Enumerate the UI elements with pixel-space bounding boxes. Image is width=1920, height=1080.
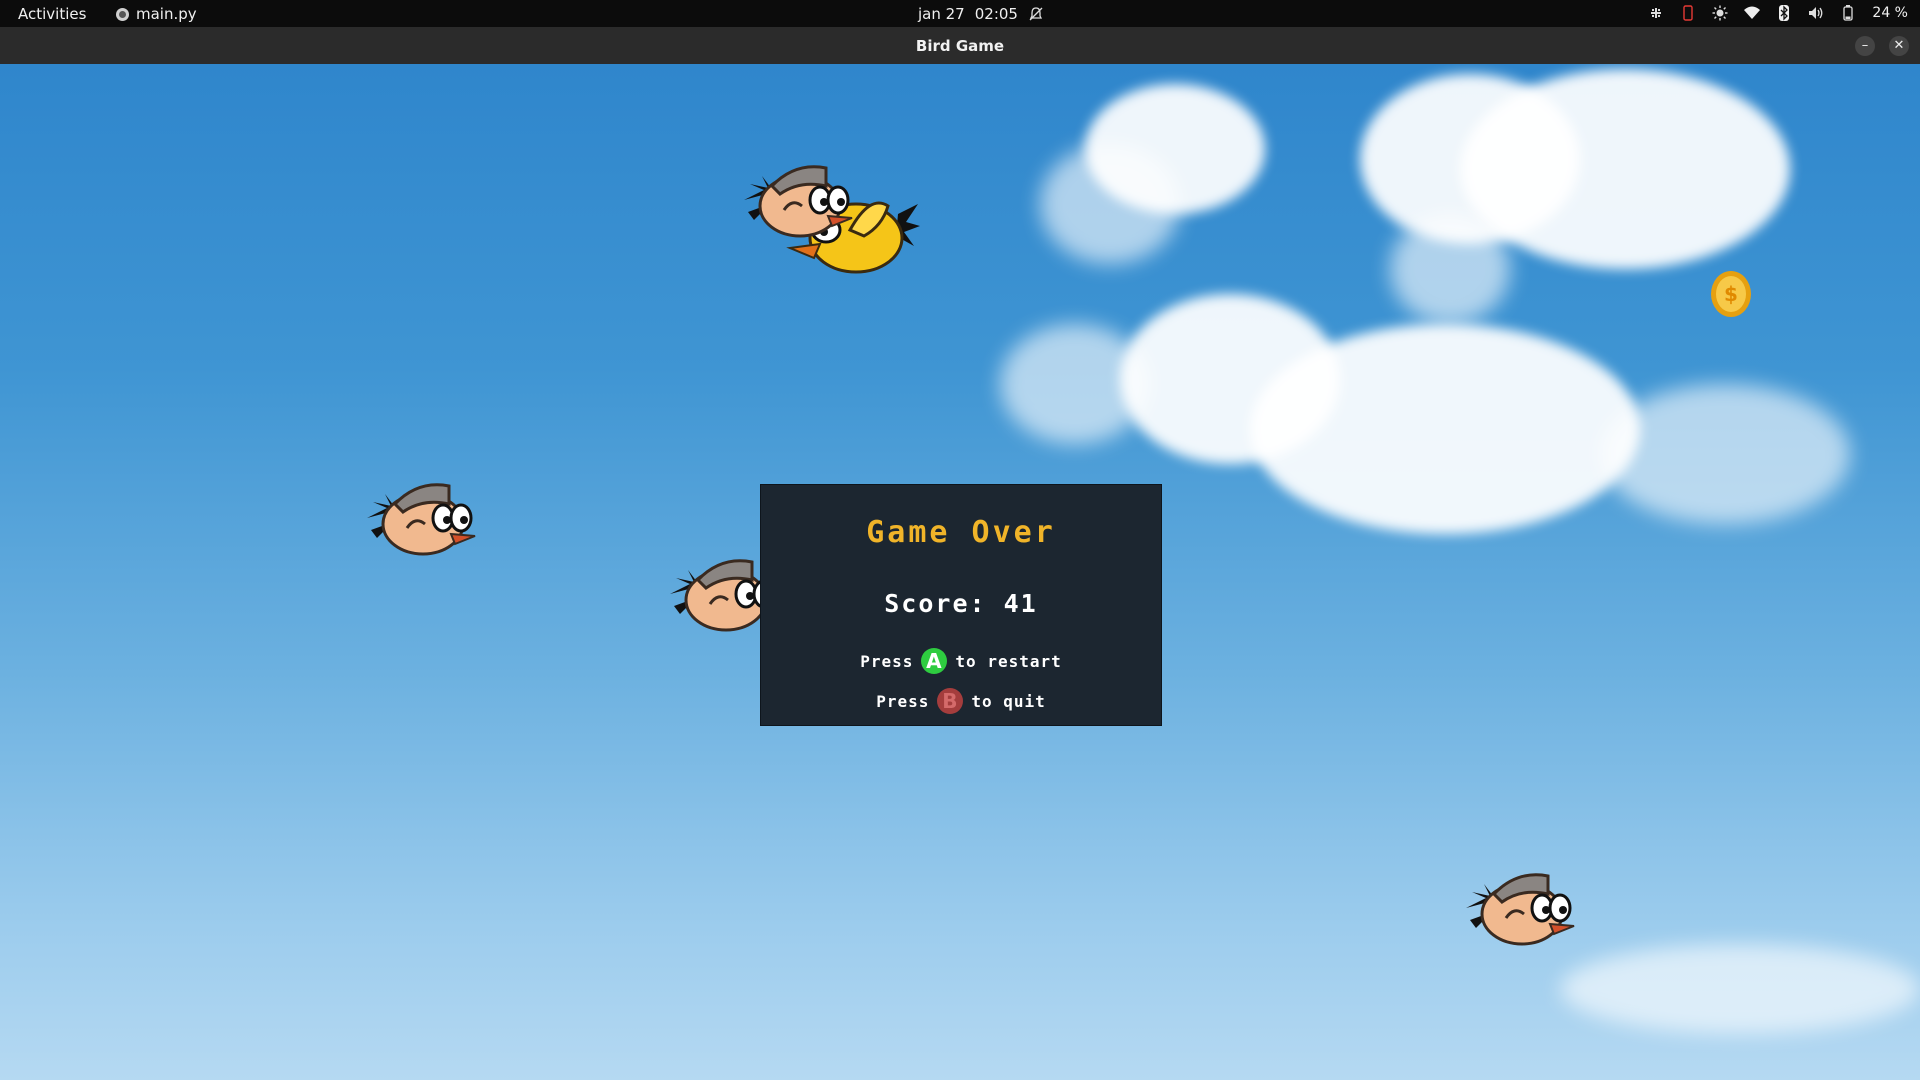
score-display: Score: 41 <box>761 589 1161 618</box>
quit-prefix: Press <box>876 691 930 711</box>
battery-icon[interactable] <box>1840 4 1856 22</box>
bell-off-icon <box>1029 7 1043 21</box>
wifi-icon[interactable] <box>1744 4 1761 22</box>
brightness-icon[interactable] <box>1712 4 1728 22</box>
system-top-bar: Activities main.py jan 27 02:05 24 % <box>0 0 1920 27</box>
python-app-icon <box>116 7 129 21</box>
date-text: jan 27 <box>918 5 965 23</box>
close-icon[interactable]: ✕ <box>1889 36 1909 56</box>
volume-icon[interactable] <box>1808 4 1824 22</box>
system-tray[interactable]: 24 % <box>1648 4 1908 22</box>
score-value: 41 <box>1003 589 1038 618</box>
svg-text:$: $ <box>1724 282 1738 306</box>
window-title: Bird Game <box>915 37 1005 55</box>
enemy-bird <box>367 483 476 556</box>
phone-icon[interactable] <box>1680 4 1696 22</box>
time-text: 02:05 <box>974 5 1018 23</box>
coin-icon: $ <box>1711 271 1751 317</box>
app-name: main.py <box>136 5 197 23</box>
clock[interactable]: jan 27 02:05 <box>918 5 1044 23</box>
app-menu[interactable]: main.py <box>116 5 197 23</box>
b-button-icon[interactable]: B <box>937 688 964 714</box>
restart-suffix: to restart <box>955 651 1062 671</box>
enemy-bird <box>1466 873 1575 946</box>
score-label: Score: <box>884 589 987 618</box>
enemy-bird <box>744 165 853 238</box>
restart-hint: Press A to restart <box>761 648 1161 674</box>
game-over-panel: Game Over Score: 41 Press A to restart P… <box>760 484 1162 726</box>
activities-button[interactable]: Activities <box>18 5 86 23</box>
battery-percent: 24 % <box>1872 5 1908 21</box>
game-over-title: Game Over <box>866 515 1056 550</box>
quit-suffix: to quit <box>971 691 1046 711</box>
minimize-icon[interactable]: – <box>1855 36 1875 56</box>
quit-hint: Press B to quit <box>761 688 1161 714</box>
game-canvas[interactable]: $ Game Over Score: 41 Press A to restart… <box>0 64 1920 1080</box>
bluetooth-icon[interactable] <box>1776 4 1792 22</box>
a-button-icon[interactable]: A <box>921 648 948 674</box>
restart-prefix: Press <box>860 651 914 671</box>
window-title-bar[interactable]: Bird Game – ✕ <box>0 27 1920 64</box>
settings-icon[interactable] <box>1648 4 1664 22</box>
